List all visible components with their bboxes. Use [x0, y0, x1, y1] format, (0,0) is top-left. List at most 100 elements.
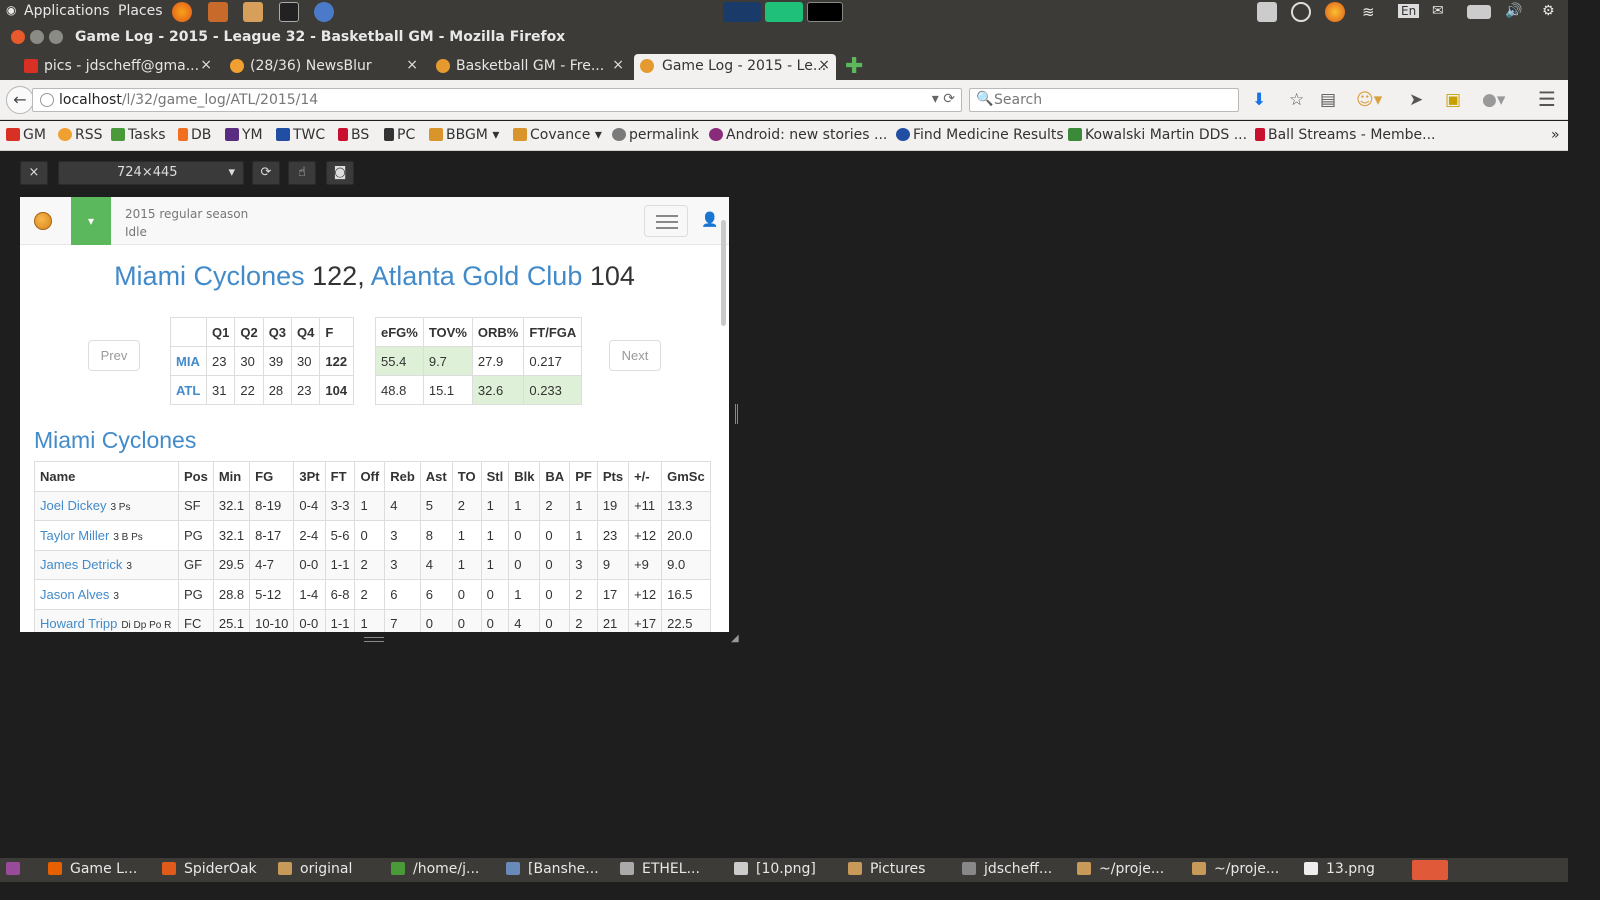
hamburger-menu-button[interactable]	[644, 205, 688, 237]
bookmark-twc[interactable]: TWC	[276, 127, 325, 143]
taskbar-window-button[interactable]: /home/j...	[391, 861, 479, 877]
column-header[interactable]: TO	[451, 461, 482, 492]
viewport-resize-handle-bottom[interactable]	[364, 637, 384, 642]
basketball-logo-icon[interactable]	[34, 212, 52, 230]
terminal-launcher-icon[interactable]	[279, 2, 299, 22]
column-header[interactable]: Blk	[508, 461, 541, 492]
team-abbrev-link[interactable]: MIA	[170, 346, 207, 376]
taskbar-window-button[interactable]: Pictures	[848, 861, 925, 877]
column-header[interactable]: Ast	[419, 461, 453, 492]
new-tab-button[interactable]: ✚	[845, 54, 863, 79]
bookmark-bs[interactable]: BS	[338, 127, 369, 143]
bookmark-permalink[interactable]: permalink	[612, 127, 699, 143]
column-header[interactable]: FG	[249, 461, 295, 492]
bookmarks-overflow-icon[interactable]: »	[1551, 127, 1560, 143]
column-header[interactable]: +/-	[628, 461, 663, 492]
spideroak-indicator-icon[interactable]	[1325, 2, 1345, 22]
screenshot-button[interactable]: ◙	[326, 161, 354, 185]
adblock-icon[interactable]: ●▾	[1482, 90, 1505, 110]
column-header[interactable]: Stl	[480, 461, 510, 492]
bookmark-gm[interactable]: GM	[6, 127, 46, 143]
url-bar[interactable]: localhost/l/32/game_log/ATL/2015/14 ▾ ⟳	[32, 88, 962, 112]
taskbar-window-button[interactable]: [10.png]	[734, 861, 816, 877]
column-header[interactable]: Name	[34, 461, 179, 492]
user-icon[interactable]: 👤	[701, 212, 718, 228]
taskbar-window-button[interactable]: SpiderOak	[162, 861, 257, 877]
viewport-resize-handle-corner[interactable]: ◢	[731, 633, 739, 644]
taskbar-window-button[interactable]: original	[278, 861, 352, 877]
player-link[interactable]: Jason Alves	[40, 587, 109, 602]
search-input[interactable]: 🔍 Search	[969, 88, 1239, 112]
player-link[interactable]: Joel Dickey	[40, 498, 106, 513]
taskbar-window-button[interactable]: Game L...	[48, 861, 137, 877]
downloads-icon[interactable]: ⬇	[1252, 90, 1266, 110]
applications-menu[interactable]: Applications	[24, 3, 110, 19]
wifi-icon[interactable]: ≋	[1362, 3, 1375, 21]
battery-icon[interactable]	[1467, 5, 1491, 19]
column-header[interactable]: Off	[354, 461, 386, 492]
bookmark-ym[interactable]: YM	[225, 127, 263, 143]
column-header[interactable]: GmSc	[661, 461, 711, 492]
player-link[interactable]: Howard Tripp	[40, 616, 117, 631]
close-rdm-button[interactable]: ×	[20, 161, 48, 185]
bookmarks-menu-icon[interactable]: ▤	[1320, 90, 1336, 110]
player-link[interactable]: James Detrick	[40, 557, 122, 572]
rotate-button[interactable]: ⟳	[252, 161, 280, 185]
bookmark-ball-streams[interactable]: Ball Streams - Membe...	[1255, 127, 1436, 143]
power-icon[interactable]: ⚙	[1542, 3, 1555, 19]
taskbar-window-button[interactable]: ETHEL...	[620, 861, 700, 877]
site-identity-icon[interactable]	[40, 93, 54, 107]
bookmark-tasks[interactable]: Tasks	[111, 127, 166, 143]
ubuntu-logo-icon[interactable]: ◉	[6, 3, 16, 17]
taskbar-window-button[interactable]: [Banshe...	[506, 861, 599, 877]
next-game-button[interactable]: Next	[609, 340, 661, 371]
close-tab-icon[interactable]: ×	[818, 57, 830, 73]
touch-events-button[interactable]: ☝	[288, 161, 316, 185]
menu-icon[interactable]: ☰	[1538, 87, 1556, 111]
firefox-launcher-icon[interactable]	[172, 2, 192, 22]
tab-newsblur[interactable]: (28/36) NewsBlur ×	[226, 54, 424, 80]
files-launcher-icon[interactable]	[208, 2, 228, 22]
volume-icon[interactable]: 🔊	[1505, 3, 1522, 19]
column-header[interactable]: Pts	[596, 461, 630, 492]
team-abbrev-link[interactable]: ATL	[170, 375, 207, 405]
column-header[interactable]: FT	[324, 461, 356, 492]
greasemonkey-icon[interactable]: ☺▾	[1356, 90, 1382, 110]
prev-game-button[interactable]: Prev	[88, 340, 140, 371]
close-tab-icon[interactable]: ×	[200, 57, 212, 73]
taskbar-window-button[interactable]: 13.png	[1304, 861, 1375, 877]
team-heading-link[interactable]: Miami Cyclones	[34, 427, 196, 454]
close-window-button[interactable]	[11, 30, 25, 44]
notes-indicator-icon[interactable]	[1257, 2, 1277, 22]
keyboard-layout-indicator[interactable]: En	[1398, 4, 1420, 18]
bookmark-folder-bbgm[interactable]: BBGM ▾	[429, 127, 499, 143]
column-header[interactable]: BA	[539, 461, 571, 492]
minimize-window-button[interactable]	[30, 30, 44, 44]
text-editor-launcher-icon[interactable]	[243, 2, 263, 22]
show-desktop-icon[interactable]	[6, 861, 28, 877]
viewport-resize-handle-right[interactable]	[735, 404, 738, 424]
back-button[interactable]: ←	[6, 86, 34, 114]
taskbar-window-button[interactable]: jdscheff...	[962, 861, 1052, 877]
column-header[interactable]: Min	[212, 461, 251, 492]
bulb-indicator-icon[interactable]	[1291, 2, 1311, 22]
tab-basketball-gm[interactable]: Basketball GM - Fre... ×	[432, 54, 630, 80]
close-tab-icon[interactable]: ×	[406, 57, 418, 73]
play-menu-button[interactable]: ▾	[71, 197, 111, 245]
maximize-window-button[interactable]	[49, 30, 63, 44]
bookmark-kowalski[interactable]: Kowalski Martin DDS ...	[1068, 127, 1247, 143]
places-menu[interactable]: Places	[118, 3, 163, 19]
mail-icon[interactable]: ✉	[1432, 3, 1444, 19]
viewport-size-select[interactable]: 724×445 ▾	[58, 161, 244, 185]
bookmark-star-icon[interactable]: ☆	[1289, 90, 1304, 110]
workspace-switcher[interactable]	[1412, 860, 1448, 880]
bookmark-rss[interactable]: RSS	[58, 127, 103, 143]
bookmark-folder-covance[interactable]: Covance ▾	[513, 127, 602, 143]
team2-link[interactable]: Atlanta Gold Club	[371, 261, 583, 291]
taskbar-window-button[interactable]: ~/proje...	[1077, 861, 1164, 877]
bookmark-pc[interactable]: PC	[384, 127, 415, 143]
bookmark-android[interactable]: Android: new stories ...	[709, 127, 887, 143]
column-header[interactable]: Pos	[178, 461, 214, 492]
bookmark-medicine[interactable]: Find Medicine Results	[896, 127, 1064, 143]
bookmark-db[interactable]: DB	[178, 127, 211, 143]
